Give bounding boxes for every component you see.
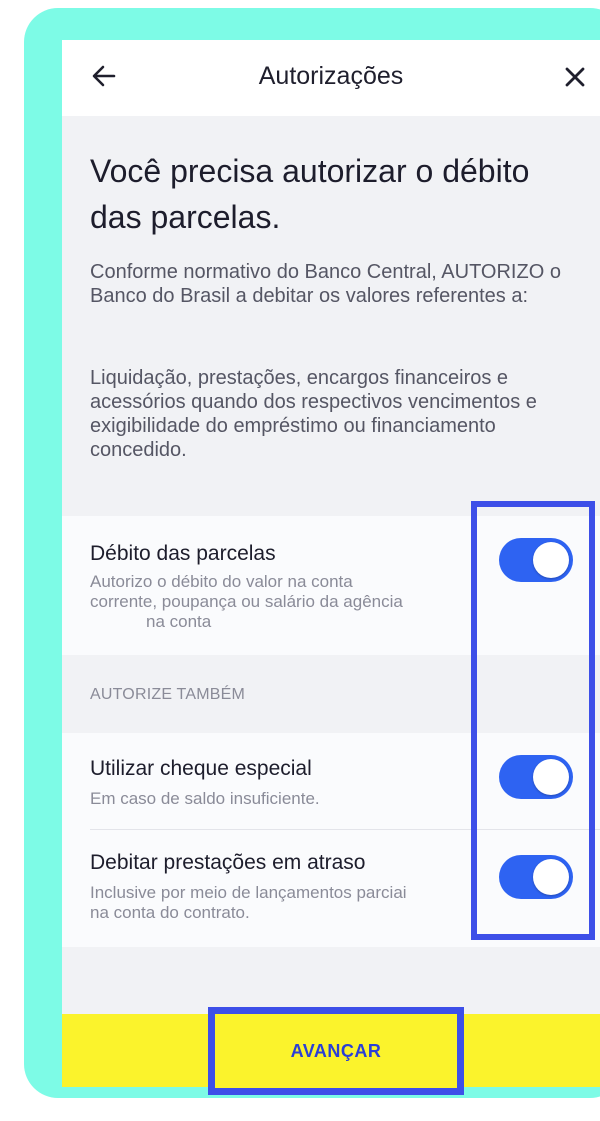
advance-button[interactable]: AVANÇAR [208, 1007, 464, 1095]
advance-button-label: AVANÇAR [290, 1040, 382, 1061]
cheque-especial-description: Em caso de saldo insuficiente. [90, 789, 320, 808]
prestacoes-description-line: Inclusive por meio de lançamentos parcia… [90, 883, 407, 902]
top-bar: Autorizações [62, 40, 600, 116]
close-icon[interactable] [562, 64, 588, 90]
page-title: Autorizações [258, 62, 404, 90]
debito-description-line: Autorizo o débito do valor na conta [90, 572, 353, 591]
debito-description: Autorizo o débito do valor na conta corr… [90, 572, 510, 632]
intro-paragraph: Conforme normativo do Banco Central, AUT… [90, 261, 561, 307]
prestacoes-atraso-description: Inclusive por meio de lançamentos parcia… [90, 883, 510, 923]
terms-paragraph: Liquidação, prestações, encargos finance… [90, 367, 537, 461]
debito-description-line: na conta [146, 612, 212, 631]
debito-description-line: corrente, poupança ou salário da agência [90, 592, 403, 611]
cheque-especial-title: Utilizar cheque especial [90, 757, 312, 780]
toggles-highlight-box [471, 501, 595, 940]
prestacoes-atraso-title: Debitar prestações em atraso [90, 851, 366, 874]
section-label: AUTORIZE TAMBÉM [90, 686, 246, 703]
prestacoes-description-line: na conta do contrato. [90, 903, 250, 922]
authorization-heading: Você precisa autorizar o débito das parc… [90, 153, 530, 235]
debito-title: Débito das parcelas [90, 542, 276, 565]
